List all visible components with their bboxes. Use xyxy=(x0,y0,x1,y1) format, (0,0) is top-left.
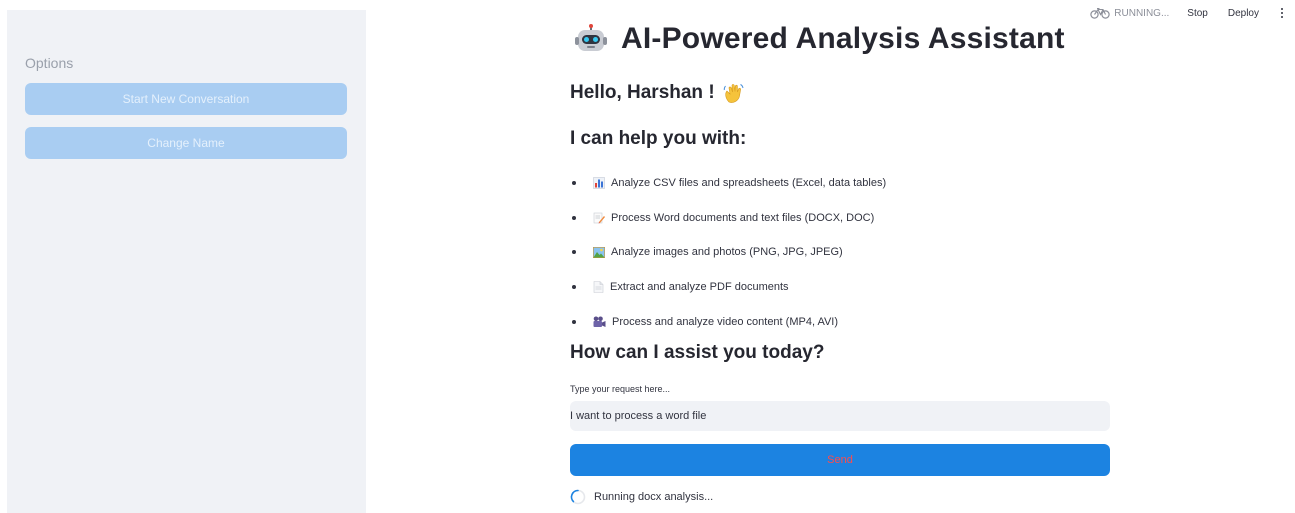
list-item: Analyze CSV files and spreadsheets (Exce… xyxy=(570,166,886,201)
start-new-conversation-button[interactable]: Start New Conversation xyxy=(25,83,347,115)
list-item: Process Word documents and text files (D… xyxy=(570,201,886,236)
memo-icon xyxy=(593,212,605,224)
request-input-label: Type your request here... xyxy=(570,384,671,394)
sidebar-title: Options xyxy=(25,55,74,71)
list-item: Analyze images and photos (PNG, JPG, JPE… xyxy=(570,235,886,270)
greeting-text: Hello, Harshan ! xyxy=(570,82,715,103)
app-root: Options Start New Conversation Change Na… xyxy=(0,0,1295,513)
picture-icon xyxy=(593,246,605,258)
help-heading: I can help you with: xyxy=(570,128,747,149)
spinner-icon xyxy=(570,489,586,505)
waving-hand-icon xyxy=(723,84,744,103)
document-icon xyxy=(593,281,604,293)
bullet-icon xyxy=(572,319,576,324)
app-toolbar: RUNNING... Stop Deploy xyxy=(1090,7,1285,19)
feature-text: Extract and analyze PDF documents xyxy=(610,281,789,294)
send-button[interactable]: Send xyxy=(570,444,1110,476)
bullet-icon xyxy=(572,181,576,186)
running-status: RUNNING... xyxy=(1090,7,1169,19)
feature-text: Process Word documents and text files (D… xyxy=(611,211,875,224)
list-item: Process and analyze video content (MP4, … xyxy=(570,304,886,339)
video-camera-icon xyxy=(593,316,606,328)
assist-heading: How can I assist you today? xyxy=(570,342,825,363)
bar-chart-icon xyxy=(593,177,605,190)
analysis-status-text: Running docx analysis... xyxy=(594,491,714,503)
page-title: AI-Powered Analysis Assistant xyxy=(621,22,1065,55)
feature-text: Analyze images and photos (PNG, JPG, JPE… xyxy=(611,246,843,259)
bullet-icon xyxy=(572,250,576,255)
feature-text: Analyze CSV files and spreadsheets (Exce… xyxy=(611,177,887,190)
change-name-button[interactable]: Change Name xyxy=(25,127,347,159)
request-input[interactable]: I want to process a word file xyxy=(570,401,1110,431)
analysis-status: Running docx analysis... xyxy=(570,489,713,505)
robot-icon xyxy=(575,24,607,51)
feature-text: Process and analyze video content (MP4, … xyxy=(612,315,839,328)
feature-list: Analyze CSV files and spreadsheets (Exce… xyxy=(570,166,886,339)
list-item: Extract and analyze PDF documents xyxy=(570,270,886,305)
greeting: Hello, Harshan ! xyxy=(570,82,745,104)
running-status-text: RUNNING... xyxy=(1114,7,1170,19)
request-input-value: I want to process a word file xyxy=(570,410,707,422)
sidebar: Options Start New Conversation Change Na… xyxy=(7,10,366,513)
bicycle-icon xyxy=(1090,7,1110,19)
deploy-button[interactable]: Deploy xyxy=(1228,8,1259,19)
kebab-menu-icon[interactable] xyxy=(1279,8,1285,18)
stop-button[interactable]: Stop xyxy=(1187,8,1208,19)
bullet-icon xyxy=(572,215,576,220)
page-header: AI-Powered Analysis Assistant xyxy=(575,22,1065,56)
bullet-icon xyxy=(572,285,576,290)
